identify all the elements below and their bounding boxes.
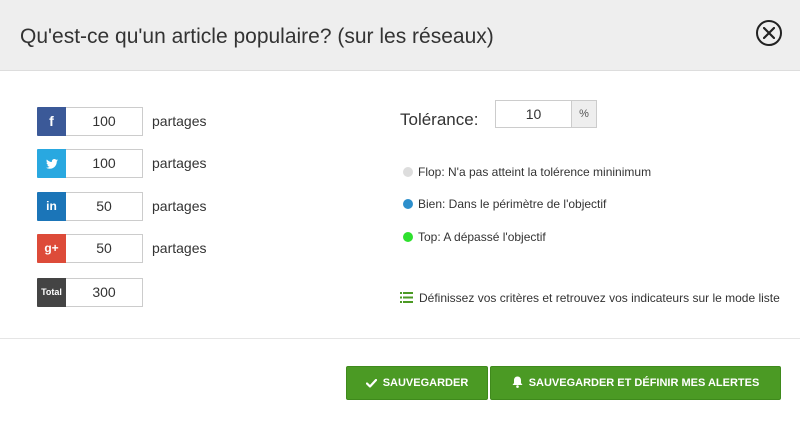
legend-bien: Bien: Dans le périmètre de l'objectif xyxy=(403,197,606,211)
modal-header: Qu'est-ce qu'un article populaire? (sur … xyxy=(0,0,800,71)
top-dot-icon xyxy=(403,232,413,242)
legend-flop-text: Flop: N'a pas atteint la tolérence minin… xyxy=(418,165,652,179)
list-mode-note-text: Définissez vos critères et retrouvez vos… xyxy=(419,291,780,305)
legend-top-text: Top: A dépassé l'objectif xyxy=(418,230,546,244)
footer-divider xyxy=(0,338,800,339)
google-plus-shares-input[interactable]: 50 xyxy=(66,234,143,263)
facebook-icon: f xyxy=(37,107,66,136)
legend-bien-text: Bien: Dans le périmètre de l'objectif xyxy=(418,197,607,211)
linkedin-shares-input[interactable]: 50 xyxy=(66,192,143,221)
total-icon: Total xyxy=(37,278,66,307)
bien-dot-icon xyxy=(403,199,413,209)
save-and-alerts-button[interactable]: SAUVEGARDER ET DÉFINIR MES ALERTES xyxy=(490,366,781,400)
total-shares-input: 300 xyxy=(66,278,143,307)
twitter-shares-label: partages xyxy=(152,155,207,171)
facebook-shares-label: partages xyxy=(152,113,207,129)
close-button[interactable] xyxy=(756,20,782,46)
close-icon xyxy=(763,27,775,39)
legend-top: Top: A dépassé l'objectif xyxy=(403,230,546,244)
tolerance-unit: % xyxy=(572,100,597,128)
legend-flop: Flop: N'a pas atteint la tolérence minin… xyxy=(403,165,651,179)
facebook-shares-input[interactable]: 100 xyxy=(66,107,143,136)
google-plus-icon: g+ xyxy=(37,234,66,263)
linkedin-icon: in xyxy=(37,192,66,221)
tolerance-input[interactable]: 10 xyxy=(495,100,572,128)
bell-icon xyxy=(512,376,523,388)
save-button-label: SAUVEGARDER xyxy=(382,377,469,389)
check-icon xyxy=(365,378,377,388)
twitter-shares-input[interactable]: 100 xyxy=(66,149,143,178)
tolerance-label: Tolérance: xyxy=(400,110,479,129)
save-button[interactable]: SAUVEGARDER xyxy=(346,366,488,400)
flop-dot-icon xyxy=(403,167,413,177)
list-icon xyxy=(400,291,413,307)
modal-title: Qu'est-ce qu'un article populaire? (sur … xyxy=(20,25,494,48)
twitter-icon xyxy=(37,149,66,178)
linkedin-shares-label: partages xyxy=(152,198,207,214)
list-mode-note[interactable]: Définissez vos critères et retrouvez vos… xyxy=(400,290,780,307)
google-plus-shares-label: partages xyxy=(152,240,207,256)
save-and-alerts-button-label: SAUVEGARDER ET DÉFINIR MES ALERTES xyxy=(528,377,760,389)
